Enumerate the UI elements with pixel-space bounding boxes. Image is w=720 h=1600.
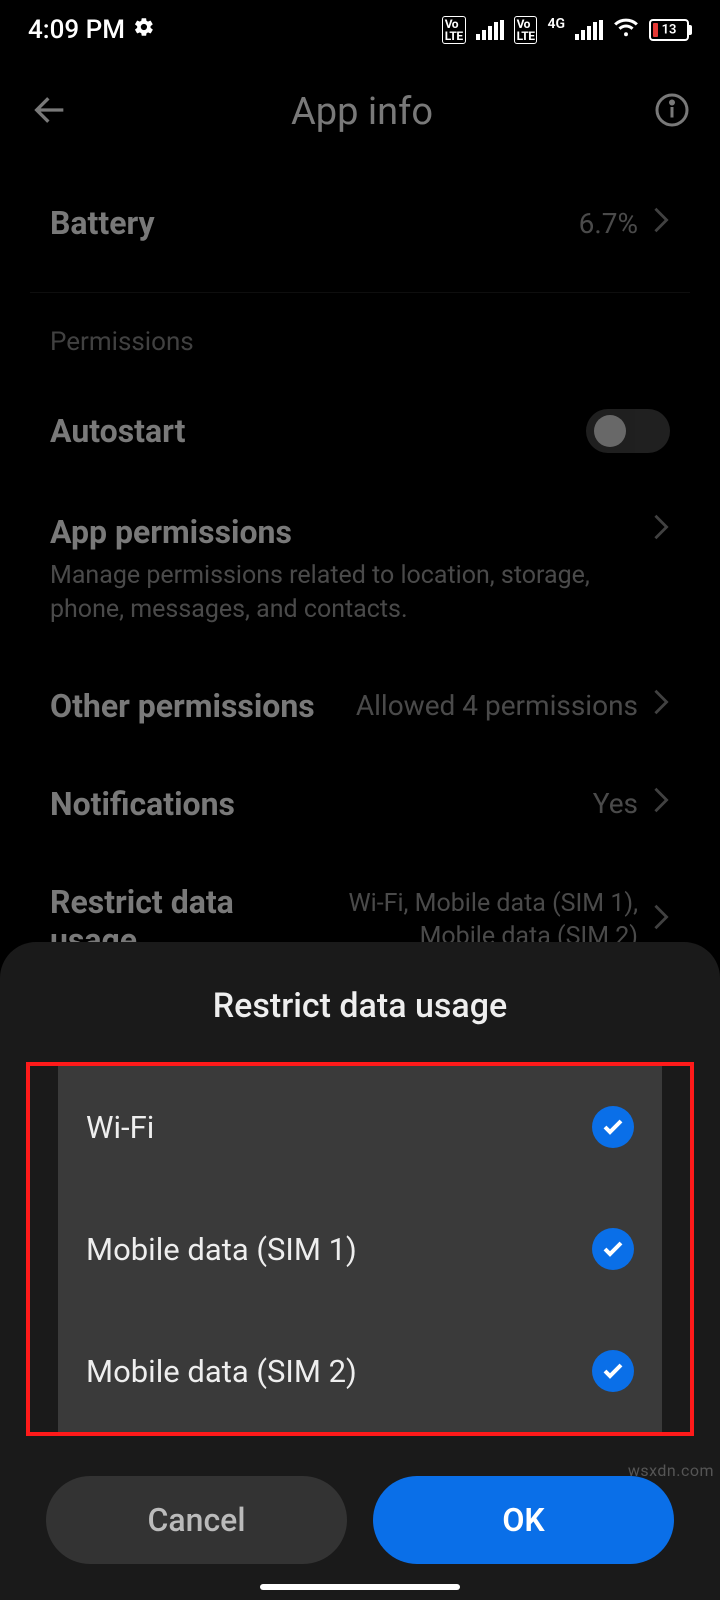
status-time: 4:09 PM [28,15,125,45]
option-wifi[interactable]: Wi-Fi [58,1066,662,1188]
autostart-label: Autostart [50,412,185,450]
app-permissions-row[interactable]: App permissions Manage permissions relat… [0,483,720,657]
signal-bars-2 [575,20,603,40]
network-type: 4G [547,16,565,32]
chevron-right-icon [652,206,670,241]
info-icon[interactable] [654,92,690,132]
home-indicator[interactable] [260,1584,460,1590]
sheet-title: Restrict data usage [0,942,720,1062]
volte-badge-2: VoLTE [514,16,538,44]
battery-label: Battery [50,204,155,242]
cancel-button[interactable]: Cancel [46,1476,347,1564]
restrict-data-usage-sheet: Restrict data usage Wi-Fi Mobile data (S… [0,942,720,1600]
chevron-right-icon [652,903,670,938]
autostart-row[interactable]: Autostart [0,379,720,483]
page-title: App info [291,90,433,134]
chevron-right-icon [652,786,670,821]
battery-value: 6.7% [579,207,638,240]
option-mobile-sim2[interactable]: Mobile data (SIM 2) [58,1310,662,1432]
option-label: Mobile data (SIM 2) [86,1353,357,1390]
check-icon [592,1350,634,1392]
back-button[interactable] [30,90,70,134]
notifications-label: Notifications [50,785,235,823]
other-permissions-row[interactable]: Other permissions Allowed 4 permissions [0,657,720,755]
permissions-section-header: Permissions [0,313,720,379]
chevron-right-icon [652,513,670,545]
status-bar: 4:09 PM VoLTE VoLTE 4G 13 [0,0,720,60]
other-permissions-value: Allowed 4 permissions [356,689,638,722]
app-permissions-sub: Manage permissions related to location, … [50,559,632,627]
check-icon [592,1106,634,1148]
notifications-row[interactable]: Notifications Yes [0,755,720,853]
wifi-icon [613,14,639,47]
ok-button[interactable]: OK [373,1476,674,1564]
option-mobile-sim1[interactable]: Mobile data (SIM 1) [58,1188,662,1310]
ok-label: OK [502,1501,544,1539]
app-permissions-label: App permissions [50,513,632,551]
autostart-toggle[interactable] [586,409,670,453]
app-info-page: App info Battery 6.7% Permissions Autost… [0,60,720,989]
battery-row[interactable]: Battery 6.7% [0,174,720,272]
gear-icon [133,15,155,45]
check-icon [592,1228,634,1270]
battery-indicator: 13 [649,19,692,41]
watermark: wsxdn.com [628,1461,714,1480]
volte-badge-1: VoLTE [442,16,466,44]
other-permissions-label: Other permissions [50,687,315,725]
notifications-value: Yes [593,787,638,820]
annotation-highlight: Wi-Fi Mobile data (SIM 1) Mobile data (S… [26,1062,694,1436]
signal-bars-1 [476,20,504,40]
chevron-right-icon [652,688,670,723]
divider [30,292,690,293]
option-label: Wi-Fi [86,1109,154,1146]
cancel-label: Cancel [148,1501,246,1539]
option-label: Mobile data (SIM 1) [86,1231,357,1268]
